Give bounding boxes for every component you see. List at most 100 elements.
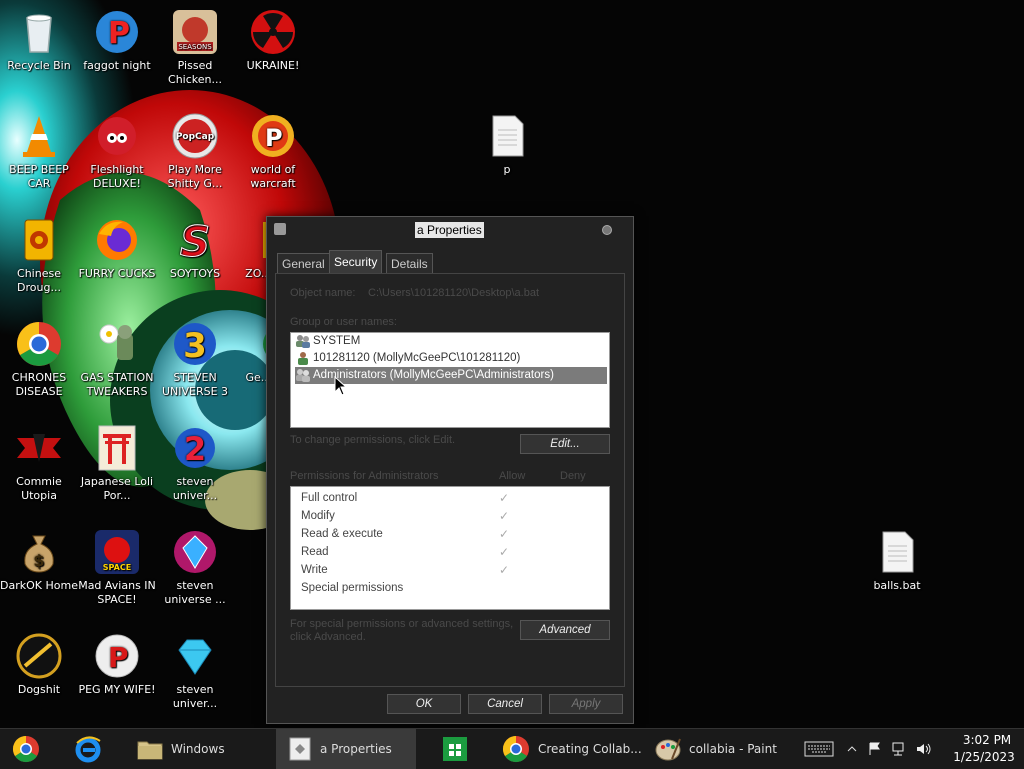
list-item-user[interactable]: 101281120 (MollyMcGeePC\101281120) [295, 350, 607, 367]
user-group-icon [295, 368, 311, 382]
tab-general[interactable]: General [277, 253, 330, 274]
dialog-title: a Properties [415, 222, 484, 238]
desktop-icon-steven-univer-gem[interactable]: steven univer... [156, 632, 234, 711]
properties-dialog: a Properties General Security Details Ob… [266, 216, 634, 724]
desktop-icon-faggot-night[interactable]: P faggot night [78, 8, 156, 73]
volume-icon[interactable] [916, 742, 932, 756]
firefox-icon [93, 216, 141, 264]
svg-text:$: $ [33, 551, 44, 570]
object-name-value: C:\Users\101281120\Desktop\a.bat [368, 287, 540, 299]
svg-text:P: P [265, 124, 283, 152]
mouse-cursor-icon [334, 376, 348, 396]
peggle-p-icon: P [93, 632, 141, 680]
flag-icon[interactable] [868, 742, 882, 756]
desktop-icon-fleshlight-deluxe[interactable]: Fleshlight DELUXE! [78, 112, 156, 191]
allow-check-icon: ✓ [499, 563, 510, 577]
taskbar-label: collabia - Paint [689, 742, 777, 756]
desktop-icon-mad-avians-in-space[interactable]: SPACE Mad Avians IN SPACE! [78, 528, 156, 607]
ok-button[interactable]: OK [387, 694, 461, 714]
chrome-icon [15, 320, 63, 368]
chrome-icon [12, 735, 39, 763]
desktop-icon-chrones-disease[interactable]: CHRONES DISEASE [0, 320, 78, 399]
advanced-button[interactable]: Advanced [520, 620, 610, 640]
edit-button[interactable]: Edit... [520, 434, 610, 454]
desktop-icon-dogshit[interactable]: Dogshit [0, 632, 78, 697]
desktop-icon-beep-beep-car[interactable]: BEEP BEEP CAR [0, 112, 78, 191]
allow-check-icon: ✓ [499, 545, 510, 559]
svg-text:2: 2 [184, 430, 206, 468]
desktop-icon-peg-my-wife[interactable]: P PEG MY WIFE! [78, 632, 156, 697]
permission-name: Read [301, 546, 329, 558]
desktop-icon-chinese-drougs[interactable]: Chinese Droug... [0, 216, 78, 295]
gold-game-icon [15, 632, 63, 680]
permission-name: Write [301, 564, 328, 576]
taskbar-item-collabia-paint[interactable]: collabia - Paint [646, 729, 786, 769]
desktop-icon-japanese-loli-por[interactable]: Japanese Loli Por... [78, 424, 156, 503]
pinball-p-icon: P [249, 112, 297, 160]
angry-birds-seasons-icon: SEASONS [171, 8, 219, 56]
desktop-icon-balls-bat[interactable]: balls.bat [858, 528, 936, 593]
red-emblem-icon [15, 424, 63, 472]
desktop-icon-furry-cucks[interactable]: FURRY CUCKS [78, 216, 156, 281]
close-button[interactable] [602, 225, 612, 235]
taskbar-internet-explorer[interactable] [64, 729, 112, 769]
file-icon [274, 223, 286, 235]
cancel-button[interactable]: Cancel [468, 694, 542, 714]
allow-column-header: Allow [499, 470, 526, 482]
tab-details[interactable]: Details [386, 253, 433, 274]
network-icon[interactable] [892, 742, 908, 756]
desktop-icon-steven-universe-blitz[interactable]: steven universe ... [156, 528, 234, 607]
desktop-icon-world-of-warcraft[interactable]: P world of warcraft [234, 112, 312, 191]
taskbar-item-a-properties[interactable]: a Properties [276, 729, 416, 769]
clock-time[interactable]: 3:02 PM [952, 733, 1022, 747]
svg-text:SEASONS: SEASONS [178, 43, 212, 51]
folder-icon [137, 741, 163, 760]
desktop-icon-ukraine[interactable]: UKRAINE! [234, 8, 312, 73]
desktop-icon-soytoys[interactable]: S SOYTOYS [156, 216, 234, 281]
diamond-gem-icon [171, 632, 219, 680]
taskbar-store[interactable] [432, 729, 478, 769]
allow-check-icon: ✓ [499, 491, 510, 505]
desktop-icon-play-more-shitty-games[interactable]: PopCap Play More Shitty G... [156, 112, 234, 191]
desktop-icon-darkok-home[interactable]: $ DarkOK Home [0, 528, 78, 593]
permission-name: Modify [301, 510, 335, 522]
permission-name: Read & execute [301, 528, 383, 540]
clock-date[interactable]: 1/25/2023 [944, 750, 1024, 764]
desktop-icon-steven-universe-3[interactable]: 3 STEVEN UNIVERSE 3 [156, 320, 234, 399]
plants-zombies-icon [93, 320, 141, 368]
system-tray: 3:02 PM 1/25/2023 [804, 729, 1024, 769]
change-permissions-text: To change permissions, click Edit. [290, 434, 456, 446]
recycle-bin-icon [15, 8, 63, 56]
desktop-icon-pissed-chicken[interactable]: SEASONS Pissed Chicken... [156, 8, 234, 87]
taskbar-item-creating-collab[interactable]: Creating Collab... [496, 729, 642, 769]
dialog-titlebar[interactable]: a Properties [267, 217, 633, 243]
desktop-icon-p-file[interactable]: p [468, 112, 546, 177]
taskbar-item-windows[interactable]: Windows [128, 729, 268, 769]
bejeweled-blitz-icon [171, 528, 219, 576]
red-s-logo-icon: S [171, 216, 219, 265]
desktop-icon-recycle-bin[interactable]: Recycle Bin [0, 8, 78, 73]
list-item-system[interactable]: SYSTEM [295, 333, 607, 350]
chevron-up-icon[interactable] [847, 745, 857, 753]
taskbar: Windows a Properties Creating Collab... … [0, 728, 1024, 769]
group-name: SYSTEM [313, 335, 361, 347]
permission-name: Special permissions [301, 582, 404, 594]
apply-button[interactable]: Apply [549, 694, 623, 714]
desktop-icon-steven-univer-2[interactable]: 2 steven univer... [156, 424, 234, 503]
keyboard-icon[interactable] [804, 741, 834, 757]
desktop-icon-commie-utopia[interactable]: Commie Utopia [0, 424, 78, 503]
bejeweled-3-icon: 3 [171, 320, 219, 368]
red-fuzzy-creature-icon [93, 112, 141, 160]
special-permissions-text: For special permissions or advanced sett… [290, 618, 514, 630]
paint-icon [655, 738, 681, 761]
tab-security[interactable]: Security [329, 250, 383, 274]
groups-label: Group or user names: [290, 316, 397, 328]
taskbar-start-chrome[interactable] [6, 729, 46, 769]
pinball-p-icon: P [93, 8, 141, 56]
allow-check-icon: ✓ [499, 527, 510, 541]
desktop-icon-gas-station-tweakers[interactable]: GAS STATION TWEAKERS [78, 320, 156, 399]
permissions-list: Full control ✓ Modify ✓ Read & execute ✓ Re… [290, 486, 610, 610]
svg-text:P: P [108, 16, 130, 51]
money-bag-icon: $ [15, 528, 63, 576]
permission-row-write: Write ✓ [301, 561, 601, 579]
